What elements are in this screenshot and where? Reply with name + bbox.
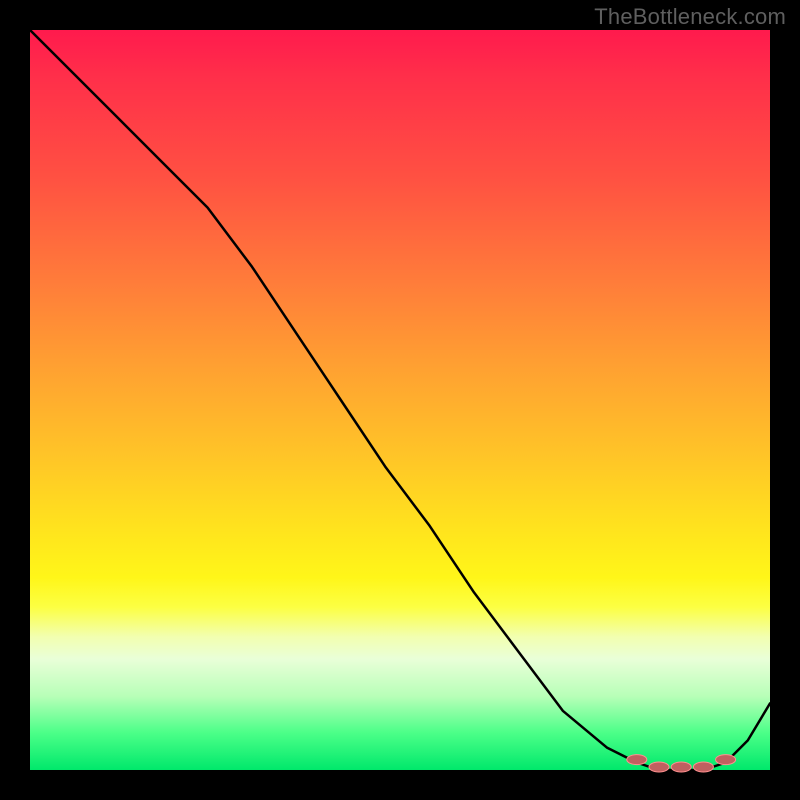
optimal-marker xyxy=(693,762,713,772)
marker-group xyxy=(627,755,736,772)
optimal-marker xyxy=(649,762,669,772)
watermark-text: TheBottleneck.com xyxy=(594,4,786,30)
optimal-marker xyxy=(627,755,647,765)
chart-svg xyxy=(30,30,770,770)
optimal-marker xyxy=(671,762,691,772)
bottleneck-curve xyxy=(30,30,770,770)
plot-area xyxy=(30,30,770,770)
optimal-marker xyxy=(716,755,736,765)
chart-frame: TheBottleneck.com xyxy=(0,0,800,800)
